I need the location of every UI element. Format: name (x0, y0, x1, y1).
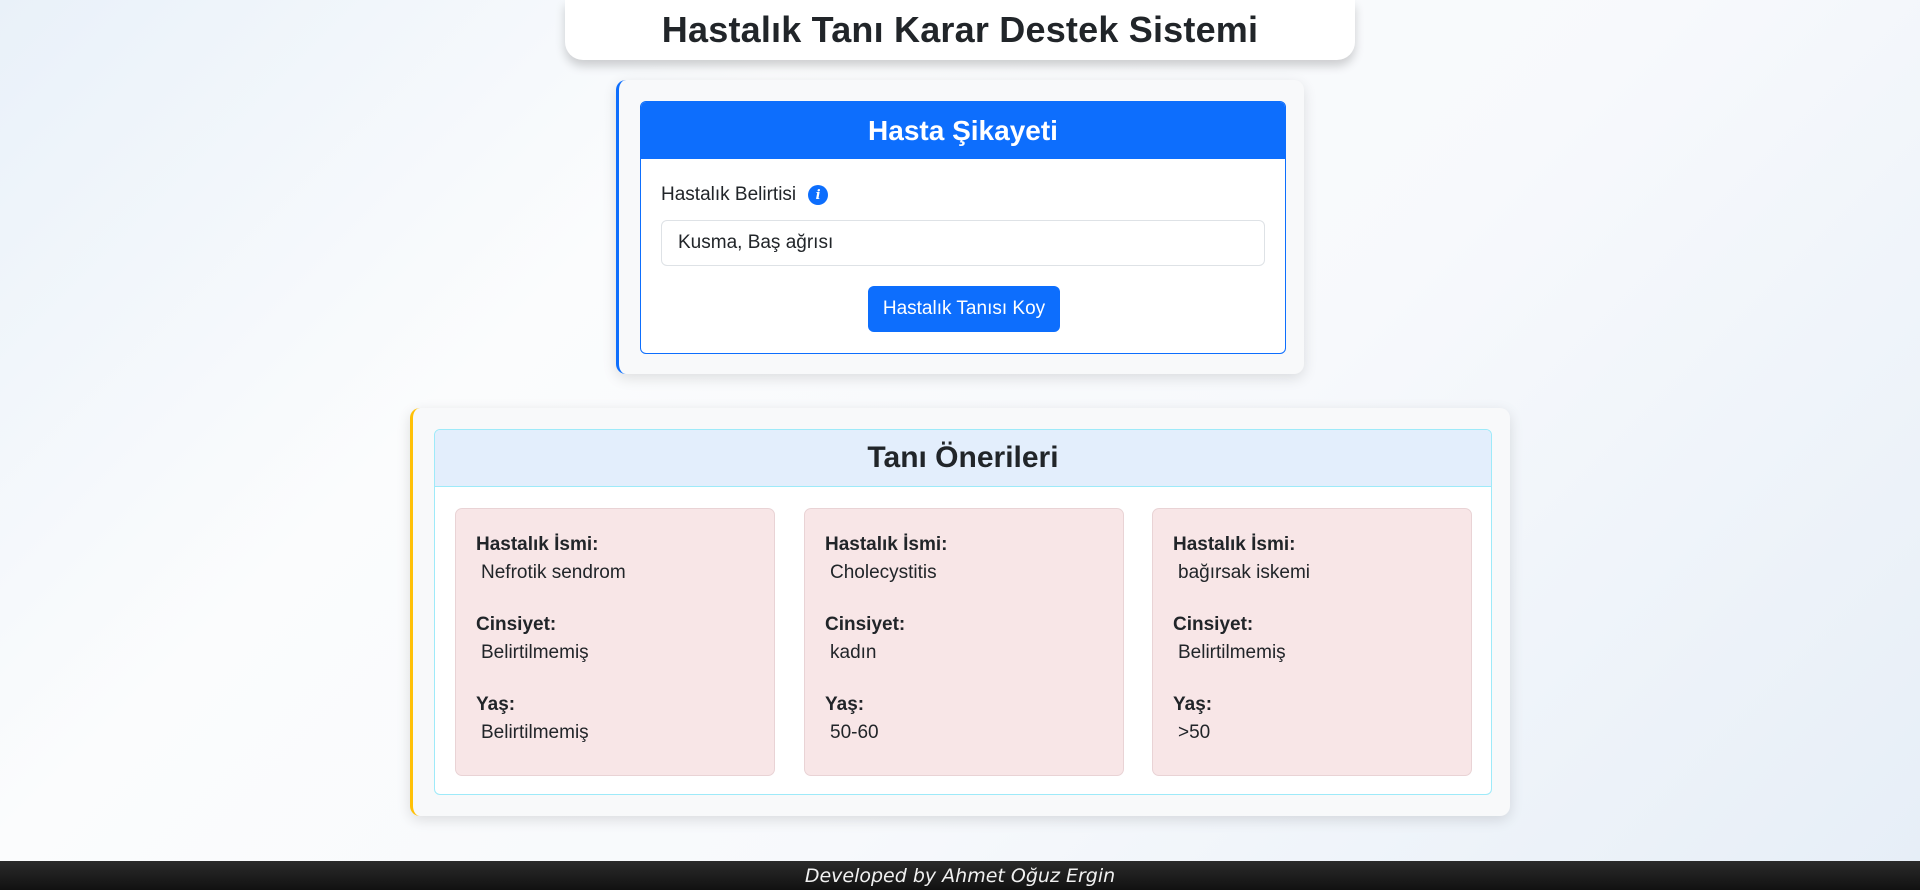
gender-label: Cinsiyet: (825, 614, 906, 635)
info-icon[interactable]: i (808, 185, 829, 205)
results-section: Tanı Önerileri Hastalık İsmi: Nefrotik s… (410, 408, 1510, 816)
footer: Developed by Ahmet Oğuz Ergin (0, 861, 1920, 890)
diagnose-button[interactable]: Hastalık Tanısı Koy (868, 286, 1060, 332)
page-header: Hastalık Tanı Karar Destek Sistemi (565, 0, 1355, 60)
results-title: Tanı Önerileri (867, 441, 1059, 474)
symptom-label-text: Hastalık Belirtisi (661, 184, 797, 205)
age-value: 50-60 (830, 722, 879, 743)
complaint-title: Hasta Şikayeti (868, 114, 1058, 146)
page-title: Hastalık Tanı Karar Destek Sistemi (661, 9, 1259, 50)
gender-label: Cinsiyet: (1173, 614, 1254, 635)
gender-value: Belirtilmemiş (1178, 642, 1286, 663)
disease-name-value: Cholecystitis (830, 562, 937, 583)
age-label: Yaş: (825, 694, 865, 715)
disease-name-label: Hastalık İsmi: (825, 534, 948, 555)
diagnosis-card: Hastalık İsmi: bağırsak iskemi Cinsiyet:… (1152, 508, 1472, 776)
results-card: Tanı Önerileri Hastalık İsmi: Nefrotik s… (434, 429, 1492, 795)
diagnosis-card: Hastalık İsmi: Cholecystitis Cinsiyet: k… (804, 508, 1124, 776)
complaint-section: Hasta Şikayeti Hastalık Belirtisi i Hast… (616, 80, 1304, 374)
disease-name-label: Hastalık İsmi: (476, 534, 599, 555)
disease-name-label: Hastalık İsmi: (1173, 534, 1296, 555)
results-card-header: Tanı Önerileri (435, 430, 1491, 487)
complaint-card-header: Hasta Şikayeti (641, 102, 1285, 159)
age-label: Yaş: (1173, 694, 1213, 715)
age-value: Belirtilmemiş (481, 722, 589, 743)
disease-name-value: bağırsak iskemi (1178, 562, 1310, 583)
age-label: Yaş: (476, 694, 516, 715)
disease-name-value: Nefrotik sendrom (481, 562, 626, 583)
complaint-card: Hasta Şikayeti Hastalık Belirtisi i Hast… (640, 101, 1286, 354)
gender-label: Cinsiyet: (476, 614, 557, 635)
symptom-field-label: Hastalık Belirtisi i (661, 184, 829, 206)
footer-credit: Developed by Ahmet Oğuz Ergin (804, 864, 1116, 887)
gender-value: kadın (830, 642, 877, 663)
diagnosis-card: Hastalık İsmi: Nefrotik sendrom Cinsiyet… (455, 508, 775, 776)
symptom-input[interactable] (661, 220, 1265, 266)
gender-value: Belirtilmemiş (481, 642, 589, 663)
age-value: >50 (1178, 722, 1211, 743)
